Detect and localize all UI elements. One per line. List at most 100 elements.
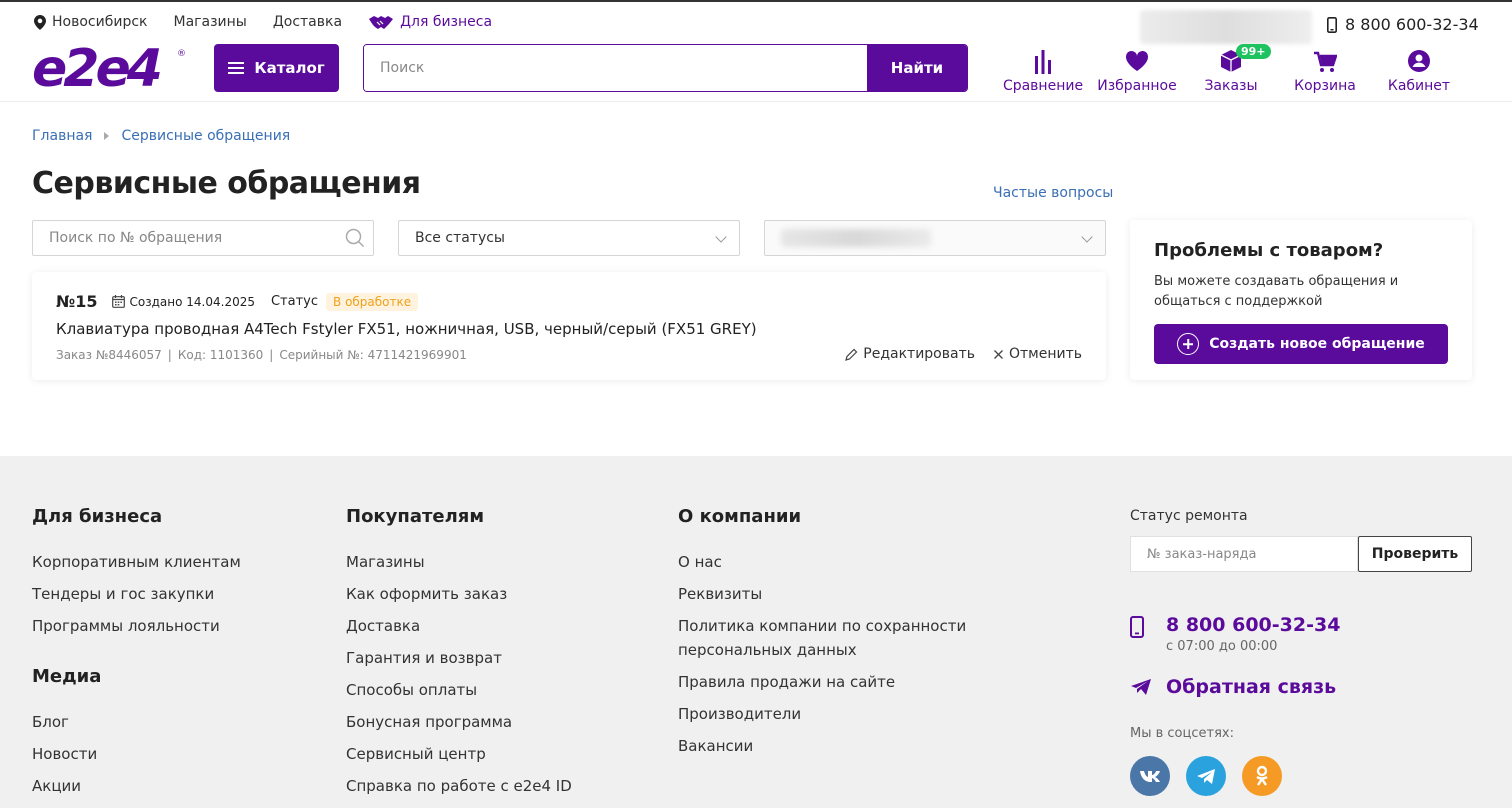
footer-phone[interactable]: 8 800 600-32-34 с 07:00 до 00:00	[1130, 614, 1340, 654]
cart-link[interactable]: Корзина	[1278, 48, 1372, 94]
ticket-actions: Редактировать Отменить	[827, 346, 1082, 362]
ticket-order: Заказ №8446057	[56, 348, 162, 362]
footer-business-title: Для бизнеса	[32, 506, 163, 527]
redacted-area	[1140, 10, 1312, 44]
footer-link[interactable]: Справка по работе с e2e4 ID	[346, 770, 572, 802]
search-input[interactable]	[364, 45, 867, 91]
footer-link[interactable]: Тендеры и гос закупки	[32, 578, 241, 610]
footer-link[interactable]: Правила продажи на сайте	[678, 666, 978, 698]
footer-media: Медиа Блог Новости Акции	[32, 666, 101, 802]
footer-link[interactable]: Новости	[32, 738, 101, 770]
plus-circle-icon	[1177, 333, 1200, 355]
favorites-label: Избранное	[1097, 78, 1177, 94]
compare-icon	[1035, 50, 1051, 74]
status-select[interactable]: Все статусы	[398, 220, 740, 256]
edit-button[interactable]: Редактировать	[845, 346, 975, 362]
footer-buyers-title: Покупателям	[346, 506, 485, 527]
orders-badge: 99+	[1236, 44, 1271, 59]
footer-link[interactable]: Способы оплаты	[346, 674, 572, 706]
search-icon	[345, 228, 365, 248]
status-badge: В обработке	[326, 292, 419, 311]
footer-business: Для бизнеса Корпоративным клиентам Тенде…	[32, 506, 241, 642]
account-link[interactable]: Кабинет	[1372, 48, 1466, 94]
footer-link[interactable]: Вакансии	[678, 730, 978, 762]
business-label: Для бизнеса	[400, 14, 493, 30]
footer-media-title: Медиа	[32, 666, 102, 687]
check-button[interactable]: Проверить	[1358, 536, 1472, 572]
footer-link[interactable]: Блог	[32, 706, 101, 738]
breadcrumb-current[interactable]: Сервисные обращения	[121, 128, 290, 144]
cancel-label: Отменить	[1008, 346, 1082, 362]
stores-link[interactable]: Магазины	[173, 14, 246, 30]
footer-link[interactable]: Сервисный центр	[346, 738, 572, 770]
edit-label: Редактировать	[863, 346, 975, 362]
create-ticket-button[interactable]: Создать новое обращение	[1154, 324, 1448, 364]
city-selector[interactable]: Новосибирск	[34, 14, 147, 30]
cart-icon	[1314, 51, 1337, 72]
breadcrumb-home[interactable]: Главная	[32, 128, 92, 144]
socials-label: Мы в соцсетях:	[1130, 726, 1234, 741]
catalog-button[interactable]: Каталог	[214, 44, 339, 92]
footer-link[interactable]: Производители	[678, 698, 978, 730]
compare-label: Сравнение	[1002, 78, 1084, 94]
svg-text:e2e4: e2e4	[32, 42, 161, 98]
close-icon	[994, 349, 1003, 359]
faq-link[interactable]: Частые вопросы	[993, 185, 1113, 201]
ticket-serial: Серийный №: 4711421969901	[279, 348, 467, 362]
handshake-icon	[369, 16, 394, 29]
compare-link[interactable]: Сравнение	[996, 48, 1090, 94]
footer-link[interactable]: Программы лояльности	[32, 610, 241, 642]
footer-link[interactable]: Корпоративным клиентам	[32, 546, 241, 578]
search-button[interactable]: Найти	[867, 45, 967, 91]
ticket-card: №15 Создано 14.04.2025 Статус В обработк…	[32, 272, 1106, 380]
odnoklassniki-icon[interactable]	[1242, 756, 1282, 796]
footer-phone-text: 8 800 600-32-34 с 07:00 до 00:00	[1166, 614, 1340, 654]
footer-link[interactable]: Магазины	[346, 546, 572, 578]
chevron-down-icon	[715, 231, 727, 243]
cart-label: Корзина	[1294, 78, 1356, 94]
phone-icon	[1327, 16, 1337, 33]
order-select[interactable]	[764, 220, 1106, 256]
menu-icon	[228, 62, 245, 74]
footer-company-title: О компании	[678, 506, 802, 527]
feedback-link[interactable]: Обратная связь	[1130, 676, 1336, 698]
heart-icon	[1125, 50, 1149, 71]
footer-link[interactable]: Акции	[32, 770, 101, 802]
orders-link[interactable]: 99+ Заказы	[1184, 44, 1278, 94]
favorites-link[interactable]: Избранное	[1090, 48, 1184, 94]
top-phone[interactable]: 8 800 600-32-34	[1327, 15, 1479, 34]
header: Новосибирск Магазины Доставка Для бизнес…	[0, 2, 1512, 102]
redacted-value	[781, 229, 931, 247]
delivery-link[interactable]: Доставка	[273, 14, 342, 30]
side-text: Вы можете создавать обращения и общаться…	[1154, 274, 1399, 309]
ticket-title[interactable]: Клавиатура проводная A4Tech Fstyler FX51…	[56, 320, 757, 338]
footer-link[interactable]: Доставка	[346, 610, 572, 642]
business-link[interactable]: Для бизнеса	[368, 14, 492, 30]
telegram-icon[interactable]	[1186, 756, 1226, 796]
social-links	[1130, 756, 1298, 796]
footer-link[interactable]: Как оформить заказ	[346, 578, 572, 610]
repair-number-input[interactable]	[1130, 536, 1358, 572]
phone-icon	[1130, 616, 1144, 638]
status-label: Статус	[270, 294, 319, 309]
footer-link[interactable]: О нас	[678, 546, 978, 578]
breadcrumb-separator-icon	[104, 132, 110, 140]
ticket-header: №15 Создано 14.04.2025 Статус В обработк…	[56, 292, 419, 311]
footer-link[interactable]: Реквизиты	[678, 578, 978, 610]
e2e4-logo[interactable]: e2e4 ®	[32, 42, 192, 98]
cancel-button[interactable]: Отменить	[993, 346, 1082, 362]
page-title: Сервисные обращения	[32, 166, 421, 201]
pencil-icon	[845, 348, 858, 361]
footer-phone-hours: с 07:00 до 00:00	[1166, 639, 1278, 654]
footer-link[interactable]: Гарантия и возврат	[346, 642, 572, 674]
top-links: Новосибирск Магазины Доставка Для бизнес…	[34, 14, 518, 30]
calendar-icon	[111, 295, 125, 308]
feedback-label: Обратная связь	[1166, 676, 1337, 698]
footer-link[interactable]: Бонусная программа	[346, 706, 572, 738]
vk-icon[interactable]	[1130, 756, 1170, 796]
meta-divider: |	[167, 348, 172, 362]
footer-company: О компании О нас Реквизиты Политика комп…	[678, 506, 978, 762]
footer-link[interactable]: Политика компании по сохранности персона…	[678, 610, 978, 666]
ticket-search-placeholder: Поиск по № обращения	[49, 230, 223, 246]
ticket-search-field[interactable]: Поиск по № обращения	[32, 220, 374, 256]
